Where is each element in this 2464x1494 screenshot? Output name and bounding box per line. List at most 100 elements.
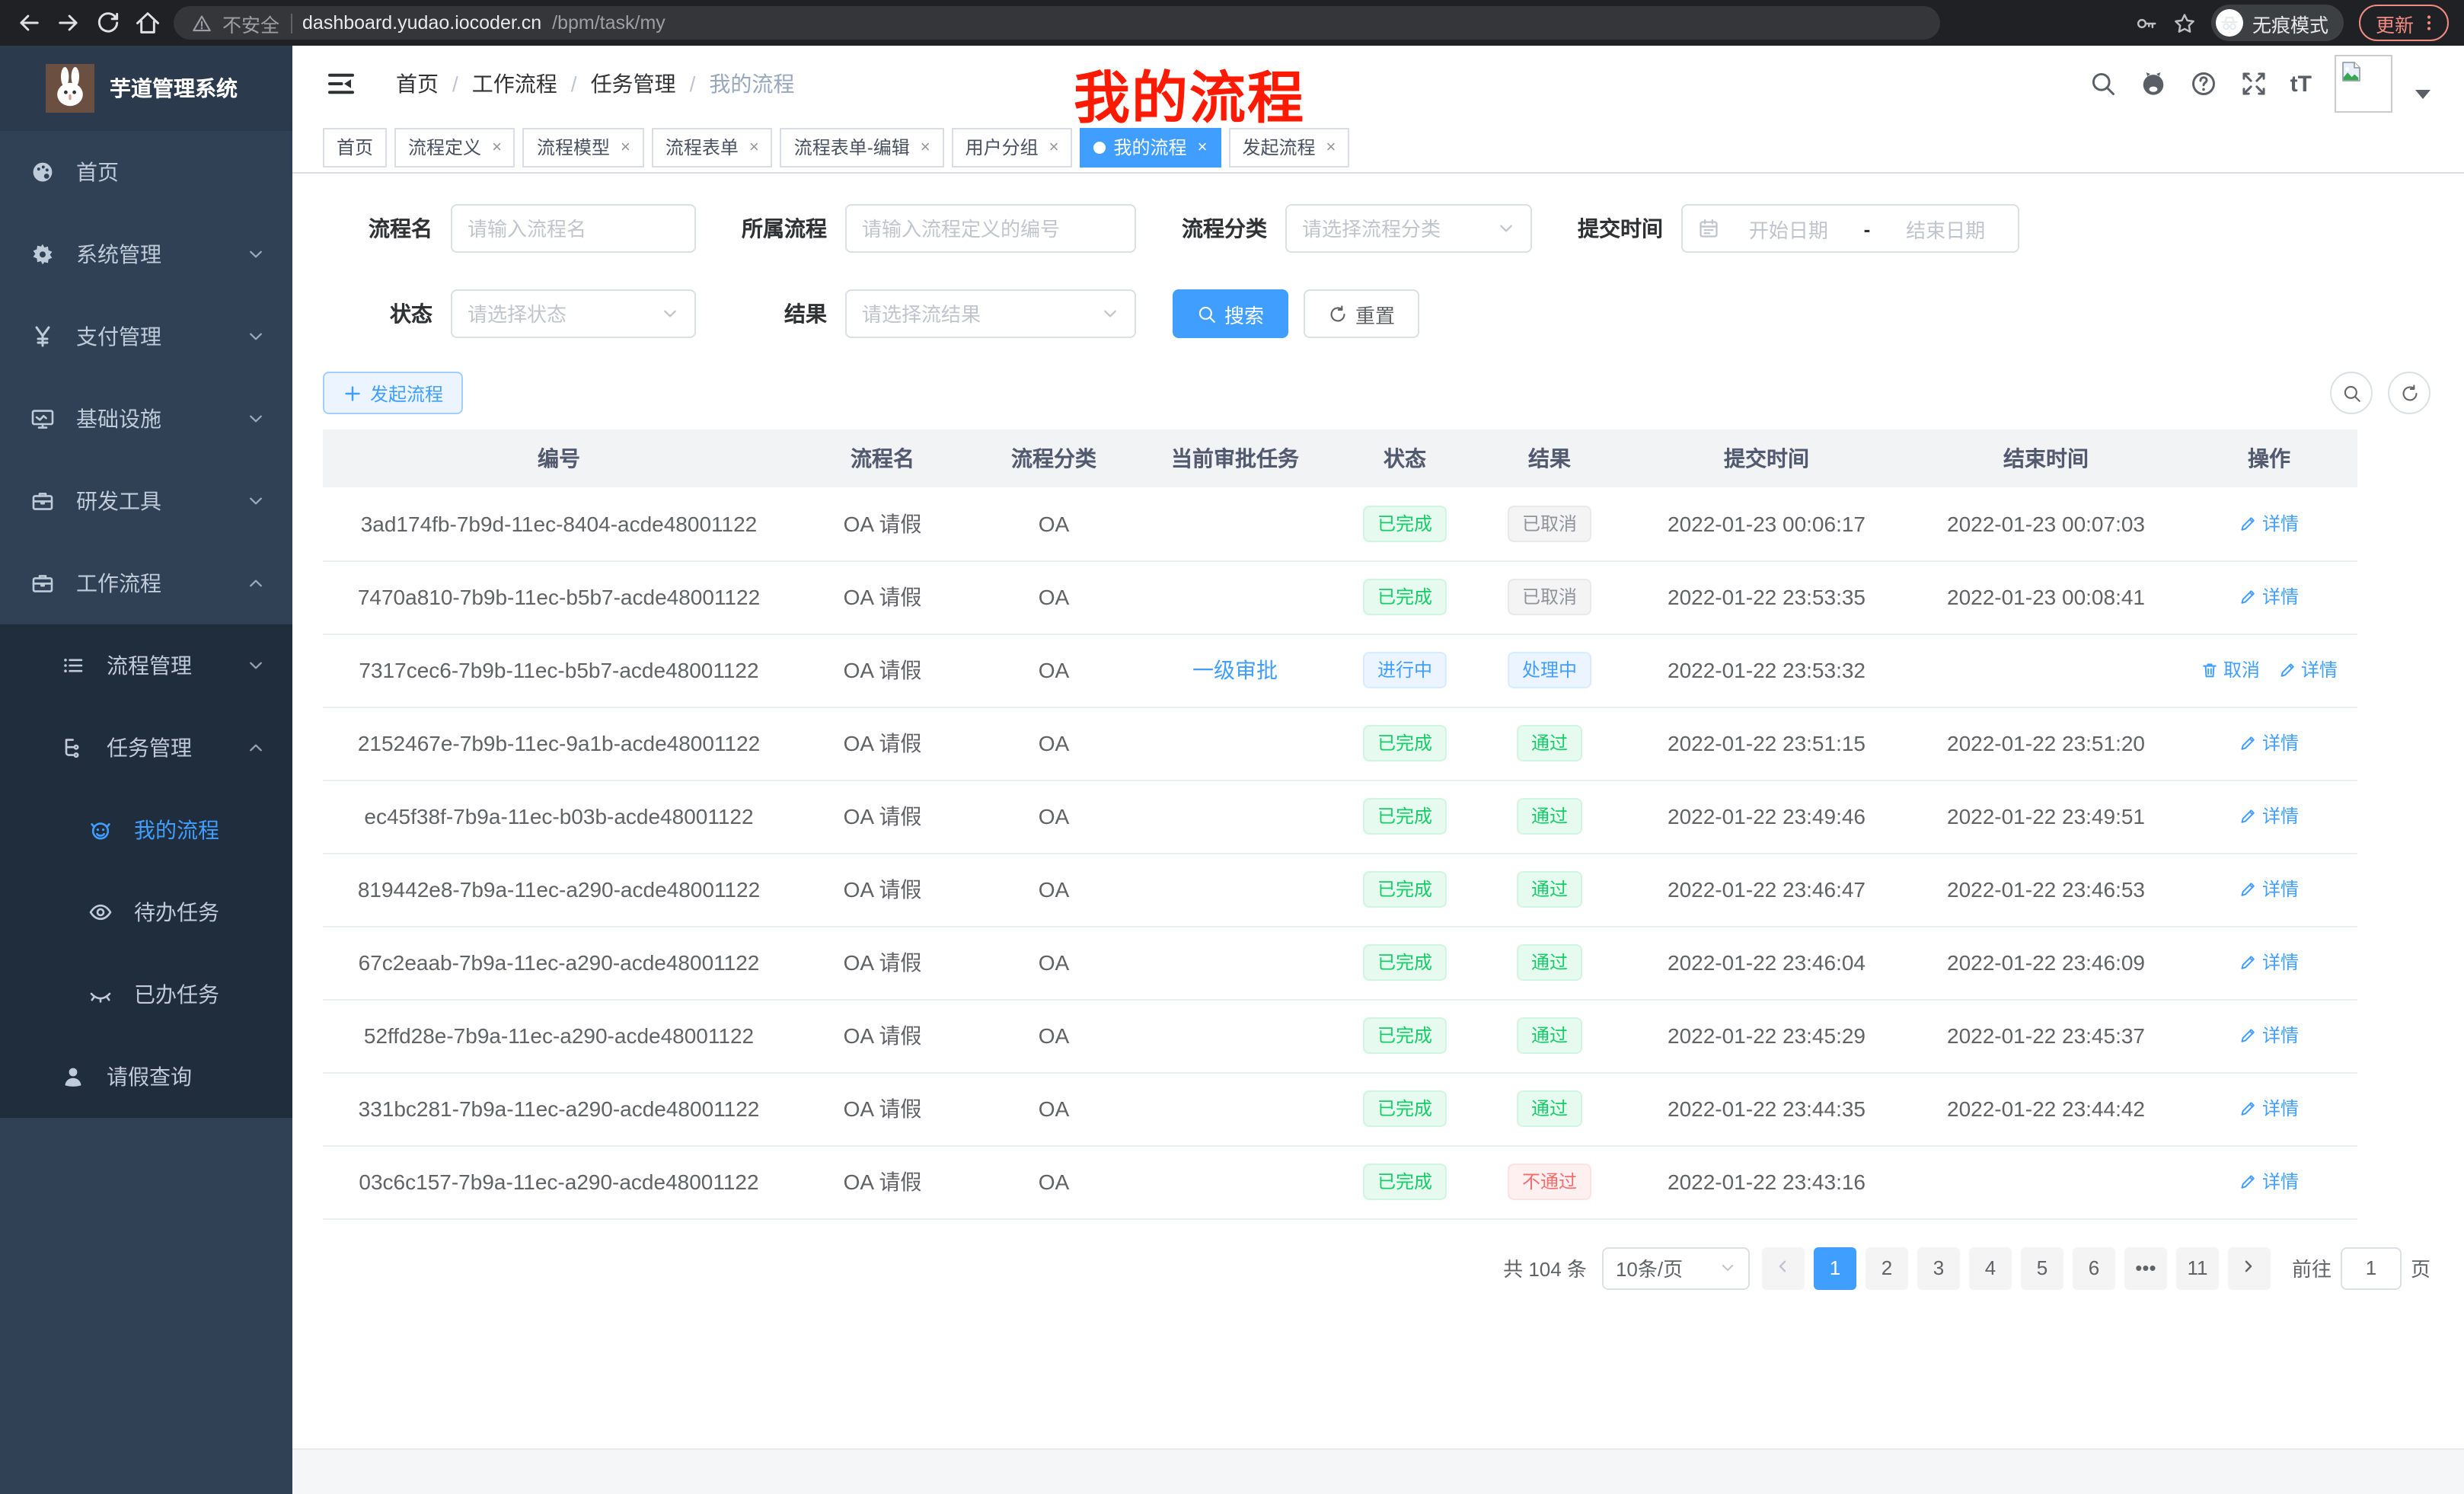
detail-action-link[interactable]: 详情 [2239, 803, 2299, 829]
goto-label: 前往 [2292, 1253, 2332, 1282]
create-process-button[interactable]: 发起流程 [323, 372, 463, 414]
sidebar-item-支付管理[interactable]: 支付管理 [0, 295, 292, 378]
page-size-select[interactable]: 10条/页 [1602, 1247, 1750, 1289]
cell-process-name: OA 请假 [795, 853, 970, 926]
search-icon[interactable] [2089, 70, 2117, 97]
close-icon[interactable]: × [1049, 138, 1059, 156]
detail-action-link[interactable]: 详情 [2239, 730, 2299, 756]
tab-流程模型[interactable]: 流程模型× [523, 127, 644, 167]
tab-流程表单[interactable]: 流程表单× [652, 127, 773, 167]
status-select[interactable] [451, 289, 696, 338]
next-page-button[interactable] [2228, 1247, 2271, 1289]
plus-icon [343, 383, 362, 403]
sidebar: 芋道管理系统 首页系统管理支付管理基础设施研发工具工作流程流程管理任务管理我的流… [0, 46, 292, 1494]
cell-end-time: 2022-01-22 23:49:51 [1911, 780, 2181, 853]
cell-id: 67c2eaab-7b9a-11ec-a290-acde48001122 [323, 926, 795, 999]
tab-流程定义[interactable]: 流程定义× [394, 127, 515, 167]
cell-result: 通过 [1477, 1072, 1622, 1145]
process-name-input[interactable] [451, 204, 696, 253]
process-def-input[interactable] [845, 204, 1136, 253]
pager-page-1[interactable]: 1 [1814, 1247, 1856, 1289]
pager-page-3[interactable]: 3 [1917, 1247, 1960, 1289]
font-size-icon[interactable]: tT [2290, 71, 2312, 97]
tab-流程表单-编辑[interactable]: 流程表单-编辑× [780, 127, 944, 167]
detail-action-link[interactable]: 详情 [2239, 950, 2299, 975]
tab-用户分组[interactable]: 用户分组× [952, 127, 1073, 167]
goto-page-input[interactable] [2341, 1247, 2402, 1289]
sidebar-item-基础设施[interactable]: 基础设施 [0, 378, 292, 460]
detail-action-link[interactable]: 详情 [2239, 584, 2299, 610]
detail-action-link[interactable]: 详情 [2278, 657, 2338, 683]
cell-process-name: OA 请假 [795, 1145, 970, 1218]
cell-process-name: OA 请假 [795, 926, 970, 999]
pager-page-5[interactable]: 5 [2021, 1247, 2063, 1289]
pager-page-4[interactable]: 4 [1969, 1247, 2012, 1289]
close-icon[interactable]: × [621, 138, 630, 156]
avatar[interactable] [2335, 55, 2392, 113]
refresh-table-button[interactable] [2388, 372, 2430, 414]
sidebar-item-研发工具[interactable]: 研发工具 [0, 460, 292, 542]
incognito-label: 无痕模式 [2252, 8, 2328, 37]
sidebar-item-label: 请假查询 [107, 1061, 192, 1092]
reset-button[interactable]: 重置 [1304, 289, 1419, 338]
sidebar-item-待办任务[interactable]: 待办任务 [0, 871, 292, 953]
sidebar-item-请假查询[interactable]: 请假查询 [0, 1036, 292, 1118]
user-menu-caret-icon[interactable] [2415, 90, 2430, 99]
detail-action-link[interactable]: 详情 [2239, 1096, 2299, 1122]
key-icon[interactable] [2135, 11, 2158, 34]
sidebar-item-我的流程[interactable]: 我的流程 [0, 789, 292, 871]
search-button[interactable]: 搜索 [1173, 289, 1288, 338]
sidebar-item-工作流程[interactable]: 工作流程 [0, 542, 292, 624]
pager-page-2[interactable]: 2 [1866, 1247, 1908, 1289]
pager-page-6[interactable]: 6 [2073, 1247, 2115, 1289]
show-search-button[interactable] [2330, 372, 2373, 414]
sidebar-item-首页[interactable]: 首页 [0, 131, 292, 213]
close-icon[interactable]: × [749, 138, 759, 156]
category-select[interactable] [1285, 204, 1532, 253]
detail-action-link[interactable]: 详情 [2239, 510, 2299, 536]
sidebar-item-任务管理[interactable]: 任务管理 [0, 707, 292, 789]
submit-time-range-picker[interactable]: 开始日期 - 结束日期 [1681, 204, 2019, 253]
task-link[interactable]: 一级审批 [1192, 658, 1278, 682]
breadcrumb-item[interactable]: 工作流程 [472, 69, 557, 99]
sidebar-collapse-icon[interactable] [326, 69, 356, 99]
sidebar-item-label: 待办任务 [134, 897, 219, 927]
close-icon[interactable]: × [1326, 138, 1336, 156]
bookmark-star-icon[interactable] [2173, 11, 2196, 34]
cell-process-name: OA 请假 [795, 1072, 970, 1145]
browser-forward-icon[interactable] [55, 9, 82, 37]
cancel-action-link[interactable]: 取消 [2201, 657, 2260, 683]
sidebar-item-label: 任务管理 [107, 733, 192, 763]
prev-page-button[interactable] [1762, 1247, 1805, 1289]
address-bar[interactable]: 不安全 dashboard.yudao.iocoder.cn/bpm/task/… [174, 6, 1940, 40]
cell-result: 通过 [1477, 999, 1622, 1072]
sidebar-item-系统管理[interactable]: 系统管理 [0, 213, 292, 295]
app-logo-row[interactable]: 芋道管理系统 [0, 46, 292, 131]
breadcrumb-item[interactable]: 首页 [396, 69, 439, 99]
close-icon[interactable]: × [921, 138, 930, 156]
breadcrumb-item[interactable]: 任务管理 [591, 69, 676, 99]
browser-menu-icon[interactable] [2420, 14, 2438, 32]
cell-submit-time: 2022-01-23 00:06:17 [1622, 487, 1911, 560]
browser-back-icon[interactable] [15, 9, 43, 37]
detail-action-link[interactable]: 详情 [2239, 876, 2299, 902]
cell-status: 已完成 [1333, 926, 1477, 999]
help-icon[interactable] [2190, 70, 2217, 97]
result-select[interactable] [845, 289, 1136, 338]
sidebar-item-已办任务[interactable]: 已办任务 [0, 953, 292, 1036]
close-icon[interactable]: × [1198, 138, 1208, 156]
browser-update-button[interactable]: 更新 [2359, 5, 2449, 41]
detail-action-link[interactable]: 详情 [2239, 1023, 2299, 1049]
tab-首页[interactable]: 首页 [323, 127, 387, 167]
github-icon[interactable] [2140, 70, 2167, 97]
cell-end-time: 2022-01-22 23:51:20 [1911, 707, 2181, 780]
pager-page-11[interactable]: 11 [2176, 1247, 2219, 1289]
close-icon[interactable]: × [492, 138, 502, 156]
browser-reload-icon[interactable] [94, 9, 122, 37]
fullscreen-icon[interactable] [2240, 70, 2268, 97]
status-badge: 进行中 [1364, 652, 1446, 688]
sidebar-item-流程管理[interactable]: 流程管理 [0, 624, 292, 707]
browser-home-icon[interactable] [134, 9, 161, 37]
detail-action-link[interactable]: 详情 [2239, 1169, 2299, 1195]
pencil-icon [2239, 734, 2258, 752]
